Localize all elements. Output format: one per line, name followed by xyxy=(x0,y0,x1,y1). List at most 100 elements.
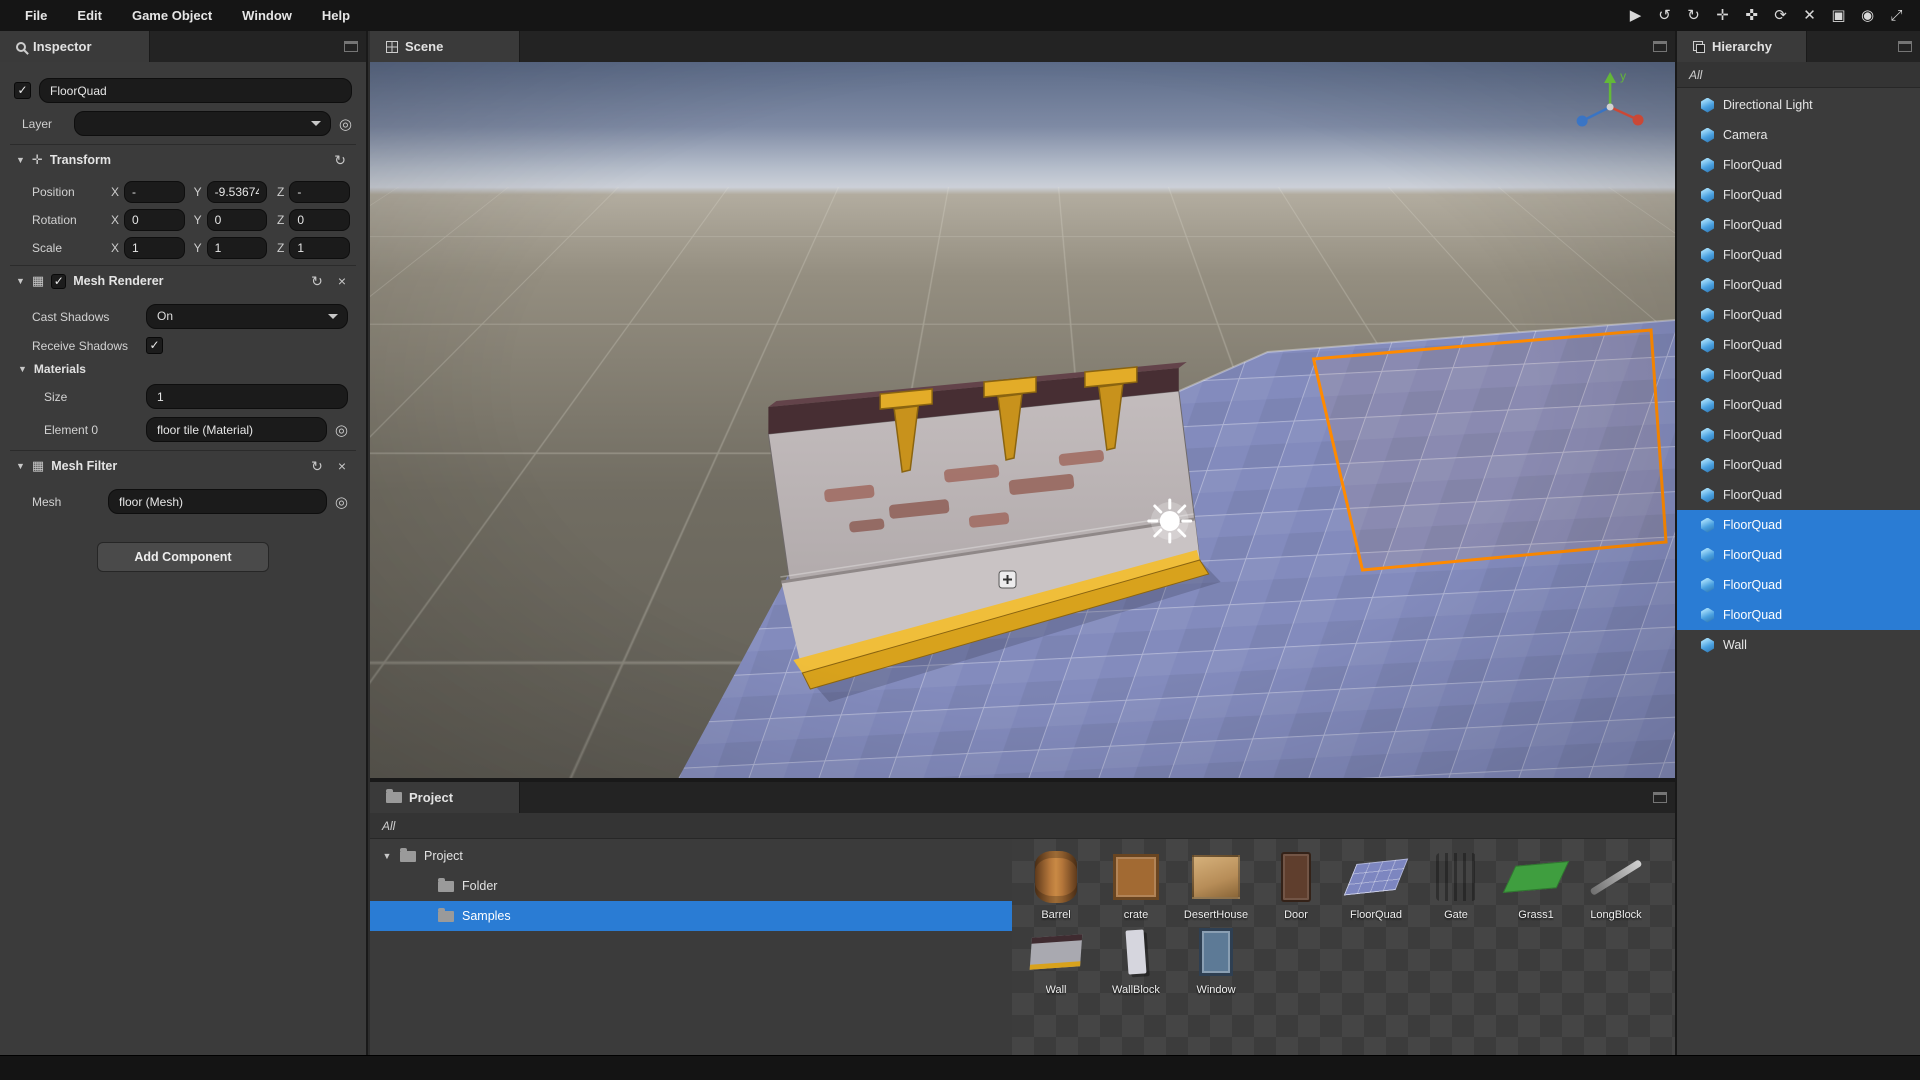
hierarchy-item-wall[interactable]: Wall xyxy=(1677,630,1920,660)
close-icon[interactable]: × xyxy=(334,458,350,474)
object-name-field[interactable] xyxy=(39,78,352,103)
cast-shadows-dropdown[interactable]: On xyxy=(146,304,348,329)
hierarchy-item-floorquad[interactable]: FloorQuad xyxy=(1677,240,1920,270)
asset-door[interactable]: Door xyxy=(1256,848,1336,921)
hierarchy-item-floorquad[interactable]: FloorQuad xyxy=(1677,480,1920,510)
undo-icon[interactable]: ↺ xyxy=(1651,2,1678,29)
hierarchy-item-floorquad[interactable]: FloorQuad xyxy=(1677,270,1920,300)
hierarchy-item-camera[interactable]: Camera xyxy=(1677,120,1920,150)
add-gizmo-icon[interactable] xyxy=(999,571,1016,588)
tab-hierarchy[interactable]: Hierarchy xyxy=(1677,31,1807,62)
mesh-field[interactable] xyxy=(108,489,327,514)
hierarchy-item-floorquad[interactable]: FloorQuad xyxy=(1677,420,1920,450)
project-tree-label: Project xyxy=(424,849,463,863)
scene-viewport[interactable]: y xyxy=(370,62,1675,778)
element0-field[interactable] xyxy=(146,417,327,442)
menu-window[interactable]: Window xyxy=(227,8,307,23)
hierarchy-item-floorquad[interactable]: FloorQuad xyxy=(1677,150,1920,180)
size-label: Size xyxy=(20,390,138,404)
material-picker-icon[interactable]: ◎ xyxy=(335,421,348,439)
menu-game-object[interactable]: Game Object xyxy=(117,8,227,23)
project-tree-samples[interactable]: Samples xyxy=(370,901,1012,931)
sync-icon[interactable]: ⟳ xyxy=(1767,2,1794,29)
mesh-renderer-header[interactable]: ▼ ▦ Mesh Renderer ↻ × xyxy=(10,266,356,296)
reset-icon[interactable]: ↻ xyxy=(330,152,350,169)
hierarchy-item-floorquad[interactable]: FloorQuad xyxy=(1677,450,1920,480)
orientation-gizmo[interactable]: y xyxy=(1577,69,1644,127)
transform-header[interactable]: ▼ ✛ Transform ↻ xyxy=(10,145,356,175)
project-tree-folder[interactable]: Folder xyxy=(370,871,1012,901)
transform-z-field[interactable] xyxy=(289,209,350,231)
hierarchy-item-floorquad[interactable]: FloorQuad xyxy=(1677,210,1920,240)
hierarchy-item-floorquad[interactable]: FloorQuad xyxy=(1677,600,1920,630)
project-tree-project[interactable]: ▼ Project xyxy=(370,841,1012,871)
menu-help[interactable]: Help xyxy=(307,8,365,23)
hierarchy-item-floorquad[interactable]: FloorQuad xyxy=(1677,570,1920,600)
asset-crate[interactable]: crate xyxy=(1096,848,1176,921)
sphere-icon[interactable]: ◉ xyxy=(1854,2,1881,29)
cube-icon xyxy=(1701,548,1714,563)
hand-tool-icon[interactable]: ✛ xyxy=(1709,2,1736,29)
menu-file[interactable]: File xyxy=(10,8,62,23)
reset-icon[interactable]: ↻ xyxy=(307,458,327,475)
delete-icon[interactable]: ✕ xyxy=(1796,2,1823,29)
asset-window[interactable]: Window xyxy=(1176,923,1256,996)
panel-menu-icon[interactable] xyxy=(1653,41,1667,52)
hierarchy-item-floorquad[interactable]: FloorQuad xyxy=(1677,180,1920,210)
layer-picker-icon[interactable]: ◎ xyxy=(339,115,352,133)
transform-y-field[interactable] xyxy=(207,181,268,203)
transform-row-rotation: Rotation X Y Z xyxy=(20,209,350,231)
cube-icon xyxy=(1701,428,1714,443)
mesh-picker-icon[interactable]: ◎ xyxy=(335,493,348,511)
active-checkbox[interactable] xyxy=(14,82,31,99)
mesh-renderer-enabled-checkbox[interactable] xyxy=(51,274,66,289)
hierarchy-item-label: FloorQuad xyxy=(1723,188,1782,202)
light-gizmo-icon[interactable] xyxy=(1149,500,1191,542)
size-field[interactable] xyxy=(146,384,348,409)
asset-deserthouse[interactable]: DesertHouse xyxy=(1176,848,1256,921)
panel-menu-icon[interactable] xyxy=(344,41,358,52)
asset-wall[interactable]: Wall xyxy=(1016,923,1096,996)
play-icon[interactable]: ▶ xyxy=(1622,2,1649,29)
layer-dropdown[interactable] xyxy=(74,111,331,136)
frame-select-icon[interactable]: ▣ xyxy=(1825,2,1852,29)
hierarchy-item-floorquad[interactable]: FloorQuad xyxy=(1677,390,1920,420)
asset-grass1[interactable]: Grass1 xyxy=(1496,848,1576,921)
tab-project[interactable]: Project xyxy=(370,782,520,813)
receive-shadows-checkbox[interactable] xyxy=(146,337,163,354)
hierarchy-filter[interactable]: All xyxy=(1677,62,1920,88)
asset-longblock[interactable]: LongBlock xyxy=(1576,848,1656,921)
panel-menu-icon[interactable] xyxy=(1653,792,1667,803)
receive-shadows-label: Receive Shadows xyxy=(20,339,138,353)
asset-barrel[interactable]: Barrel xyxy=(1016,848,1096,921)
project-filter[interactable]: All xyxy=(370,813,1675,839)
asset-wallblock[interactable]: WallBlock xyxy=(1096,923,1176,996)
expand-icon[interactable]: ⤢ xyxy=(1883,2,1910,29)
tab-scene[interactable]: Scene xyxy=(370,31,520,62)
materials-subheader[interactable]: ▼ Materials xyxy=(18,362,350,376)
tab-inspector[interactable]: Inspector xyxy=(0,31,150,62)
hierarchy-item-floorquad[interactable]: FloorQuad xyxy=(1677,360,1920,390)
close-icon[interactable]: × xyxy=(334,273,350,289)
transform-x-field[interactable] xyxy=(124,181,185,203)
asset-gate[interactable]: Gate xyxy=(1416,848,1496,921)
hierarchy-item-floorquad[interactable]: FloorQuad xyxy=(1677,330,1920,360)
reset-icon[interactable]: ↻ xyxy=(307,273,327,290)
hierarchy-item-floorquad[interactable]: FloorQuad xyxy=(1677,300,1920,330)
hierarchy-item-directional-light[interactable]: Directional Light xyxy=(1677,90,1920,120)
panel-menu-icon[interactable] xyxy=(1898,41,1912,52)
transform-x-field[interactable] xyxy=(124,237,185,259)
transform-x-field[interactable] xyxy=(124,209,185,231)
transform-z-field[interactable] xyxy=(289,181,350,203)
asset-floorquad[interactable]: FloorQuad xyxy=(1336,848,1416,921)
hierarchy-item-floorquad[interactable]: FloorQuad xyxy=(1677,540,1920,570)
hierarchy-item-floorquad[interactable]: FloorQuad xyxy=(1677,510,1920,540)
move-tool-icon[interactable]: ✜ xyxy=(1738,2,1765,29)
mesh-filter-header[interactable]: ▼ ▦ Mesh Filter ↻ × xyxy=(10,451,356,481)
menu-edit[interactable]: Edit xyxy=(62,8,117,23)
transform-y-field[interactable] xyxy=(207,237,268,259)
redo-icon[interactable]: ↻ xyxy=(1680,2,1707,29)
transform-z-field[interactable] xyxy=(289,237,350,259)
transform-y-field[interactable] xyxy=(207,209,268,231)
add-component-button[interactable]: Add Component xyxy=(97,542,269,572)
